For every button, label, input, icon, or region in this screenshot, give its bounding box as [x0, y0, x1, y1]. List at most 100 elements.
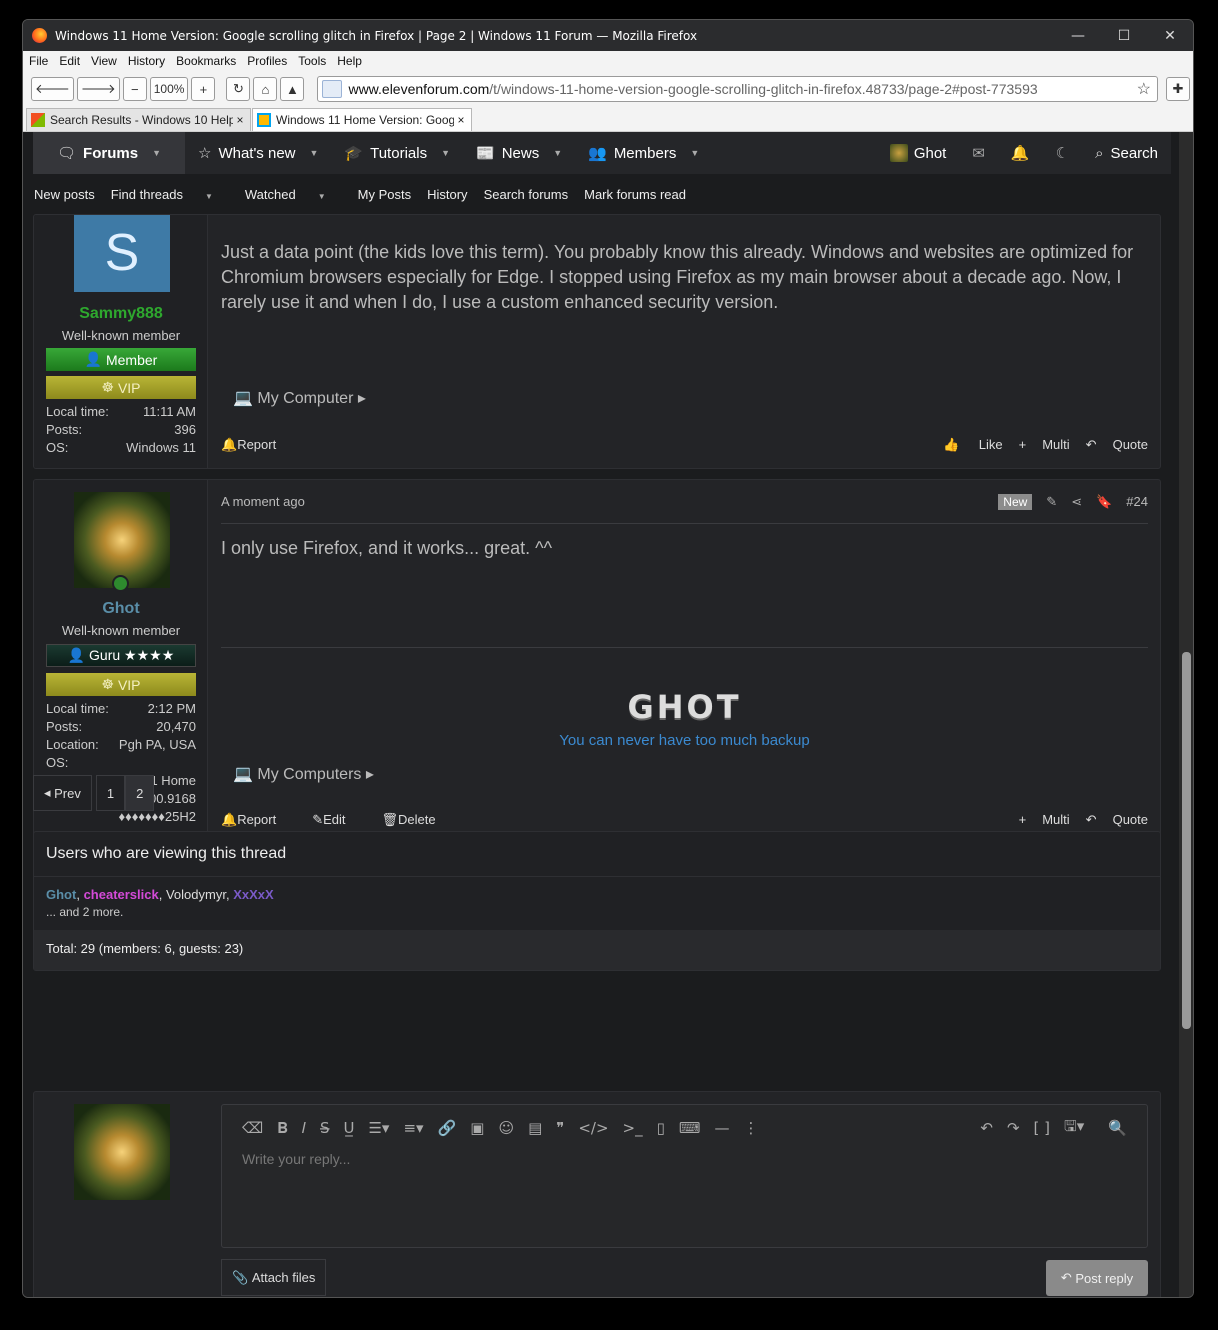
reply-editor[interactable]: ⌫ 𝐁 𝐼 S̶ U̲ ☰▾ ≡▾ 🔗 ▣ ☺ ▤ ❞ </> >_ ▯ ⌨ —… [221, 1104, 1148, 1248]
image-icon[interactable]: ▣ [470, 1119, 484, 1137]
like-button[interactable]: 👍 Like [943, 437, 1003, 453]
close-button[interactable]: ✕ [1147, 28, 1193, 44]
edit-history-icon[interactable]: ✎ [1046, 494, 1057, 510]
menu-help[interactable]: Help [337, 54, 362, 68]
viewer-volodymyr[interactable]: Volodymyr [166, 887, 226, 902]
bookmark-icon[interactable]: 🔖 [1096, 494, 1112, 510]
chevron-down-icon[interactable]: ▼ [310, 148, 319, 158]
menu-edit[interactable]: Edit [59, 54, 80, 68]
report-button[interactable]: 🔔Report [221, 437, 294, 453]
bbcode-icon[interactable]: [ ] [1034, 1119, 1050, 1137]
delete-button[interactable]: 🗑Delete [382, 812, 454, 828]
zoom-out-button[interactable]: − [122, 77, 147, 101]
url-bar[interactable]: www.elevenforum.com/t/windows-11-home-ve… [317, 76, 1158, 102]
extensions-icon[interactable]: ✚ [1166, 77, 1190, 101]
link-icon[interactable]: 🔗 [438, 1119, 457, 1137]
subnav-mark-read[interactable]: Mark forums read [584, 187, 686, 202]
avatar[interactable] [74, 492, 170, 588]
bell-icon[interactable]: 🔔 [998, 144, 1043, 162]
menu-history[interactable]: History [128, 54, 165, 68]
zoom-level[interactable]: 100% [149, 77, 189, 101]
close-tab-icon[interactable]: × [233, 113, 247, 127]
my-computers-link[interactable]: 💻 My Computers ▸ [233, 764, 374, 784]
moon-icon[interactable]: ☾ [1043, 144, 1082, 162]
attach-files-button[interactable]: 📎 Attach files [221, 1259, 327, 1296]
maximize-button[interactable]: ☐ [1101, 28, 1147, 44]
menu-profiles[interactable]: Profiles [247, 54, 287, 68]
viewer-ghot[interactable]: Ghot [46, 887, 76, 902]
prev-page-button[interactable]: ◂ Prev [33, 775, 92, 811]
profile-icon[interactable]: ▲ [280, 77, 305, 101]
emoji-icon[interactable]: ☺ [498, 1119, 514, 1137]
quote-icon[interactable]: ❞ [556, 1119, 564, 1137]
chevron-down-icon[interactable]: ▼ [690, 148, 699, 158]
viewer-cheaterslick[interactable]: cheaterslick [84, 887, 159, 902]
edit-button[interactable]: ✎Edit [312, 812, 363, 828]
multi-quote-button[interactable]: + Multi [1019, 812, 1070, 828]
minimize-button[interactable]: — [1055, 28, 1101, 44]
zoom-in-button[interactable]: + [191, 77, 216, 101]
eraser-icon[interactable]: ⌫ [242, 1119, 263, 1137]
subnav-search-forums[interactable]: Search forums [484, 187, 569, 202]
reload-icon[interactable]: ↻ [226, 77, 251, 101]
subnav-my-posts[interactable]: My Posts [358, 187, 411, 202]
page-1-button[interactable]: 1 [95, 775, 126, 811]
nav-whats-new[interactable]: ☆ What's new ▼ [185, 132, 331, 174]
undo-icon[interactable]: ↶ [980, 1119, 993, 1137]
chevron-down-icon[interactable]: ▼ [553, 148, 562, 158]
nav-news[interactable]: 📰 News ▼ [463, 132, 575, 174]
nav-forums[interactable]: 🗨 Forums ▼ [33, 132, 185, 174]
quote-button[interactable]: ↶ Quote [1086, 437, 1148, 453]
nav-members[interactable]: 👥 Members ▼ [575, 132, 712, 174]
bookmark-star-icon[interactable]: ☆ [1137, 79, 1151, 99]
menu-bookmarks[interactable]: Bookmarks [176, 54, 236, 68]
username[interactable]: Ghot [34, 600, 208, 618]
strikethrough-icon[interactable]: S̶ [320, 1119, 330, 1137]
scrollbar-thumb[interactable] [1182, 652, 1191, 1029]
menu-tools[interactable]: Tools [298, 54, 326, 68]
chevron-down-icon[interactable]: ▼ [441, 148, 450, 158]
inbox-icon[interactable]: ✉ [959, 144, 998, 162]
redo-icon[interactable]: ↷ [1007, 1119, 1020, 1137]
subnav-new-posts[interactable]: New posts [34, 187, 95, 202]
hr-icon[interactable]: — [715, 1119, 730, 1137]
code-icon[interactable]: </> [578, 1119, 608, 1137]
chevron-down-icon[interactable]: ▼ [152, 148, 161, 158]
menu-file[interactable]: File [29, 54, 48, 68]
report-button[interactable]: 🔔Report [221, 812, 294, 828]
signature-link[interactable]: You can never have too much backup [221, 732, 1148, 749]
menu-view[interactable]: View [91, 54, 117, 68]
post-time[interactable]: A moment ago [221, 494, 305, 509]
bold-icon[interactable]: 𝐁 [277, 1119, 288, 1137]
home-icon[interactable]: ⌂ [253, 77, 278, 101]
viewer-xxxxx[interactable]: XxXxX [233, 887, 273, 902]
tab-current[interactable]: Windows 11 Home Version: Google × [252, 108, 472, 131]
subnav-history[interactable]: History [427, 187, 467, 202]
post-reply-button[interactable]: ↶ Post reply [1046, 1260, 1148, 1296]
terminal-icon[interactable]: >_ [623, 1119, 643, 1137]
post-number[interactable]: #24 [1126, 494, 1148, 509]
preview-icon[interactable]: 🔍 [1108, 1119, 1127, 1137]
more-icon[interactable]: ⋮ [744, 1119, 759, 1137]
nav-search[interactable]: ⌕ Search [1082, 132, 1171, 174]
page-scrollbar[interactable] [1179, 132, 1193, 1297]
multi-quote-button[interactable]: + Multi [1019, 437, 1070, 453]
site-info-icon[interactable] [322, 80, 343, 98]
tab-search-results[interactable]: Search Results - Windows 10 Help × [26, 108, 251, 131]
nav-tutorials[interactable]: 🎓 Tutorials ▼ [331, 132, 463, 174]
subnav-find-threads[interactable]: Find threads ▼ [111, 187, 229, 202]
close-tab-icon[interactable]: × [454, 113, 468, 127]
quote-button[interactable]: ↶ Quote [1086, 812, 1148, 828]
subnav-watched[interactable]: Watched ▼ [245, 187, 342, 202]
username[interactable]: Sammy888 [34, 305, 208, 323]
file-icon[interactable]: ▯ [657, 1119, 665, 1137]
drafts-icon[interactable]: 🖫▾ [1064, 1116, 1084, 1141]
align-icon[interactable]: ≡▾ [403, 1119, 423, 1137]
back-button[interactable]: 🡐 [31, 77, 74, 101]
keyboard-icon[interactable]: ⌨ [679, 1119, 701, 1137]
page-2-button[interactable]: 2 [125, 775, 155, 811]
italic-icon[interactable]: 𝐼 [302, 1119, 306, 1137]
avatar[interactable]: S [74, 215, 170, 292]
list-icon[interactable]: ☰▾ [368, 1119, 389, 1137]
media-icon[interactable]: ▤ [528, 1119, 542, 1137]
